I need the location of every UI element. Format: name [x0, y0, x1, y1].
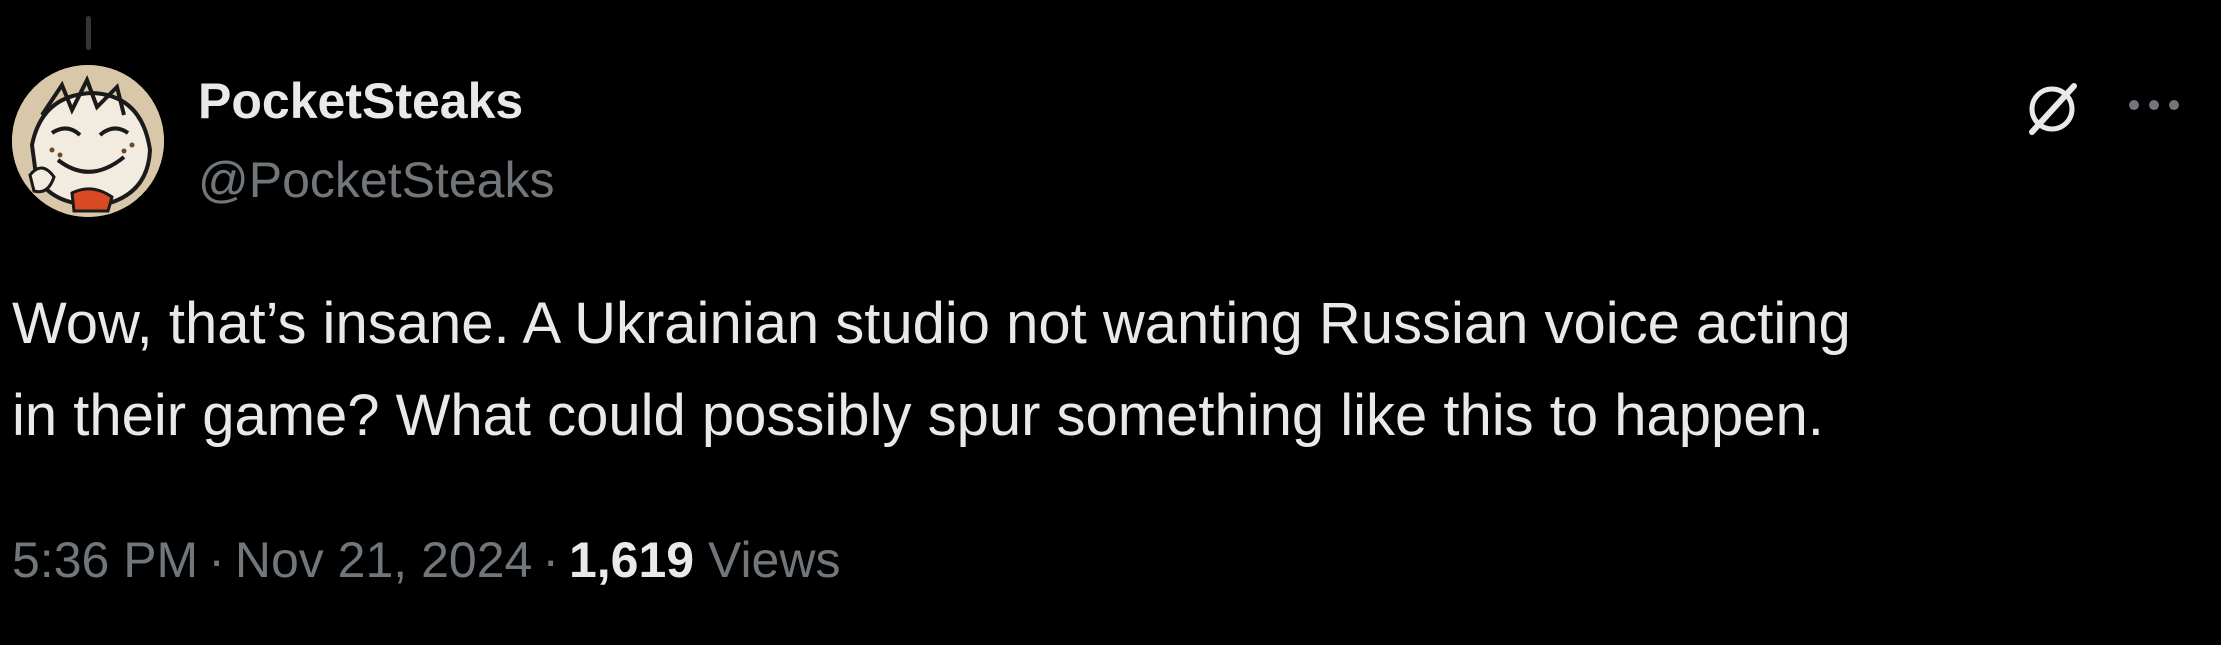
author-handle[interactable]: @PocketSteaks [198, 152, 554, 208]
meta-separator: · [542, 532, 559, 588]
more-horizontal-icon[interactable] [2124, 90, 2184, 120]
tweet-date[interactable]: Nov 21, 2024 [235, 532, 532, 588]
views-label[interactable]: Views [708, 532, 840, 588]
avatar[interactable] [12, 65, 164, 217]
slashed-circle-icon[interactable] [2020, 76, 2084, 140]
tweet-metadata: 5:36 PM · Nov 21, 2024 · 1,619 Views [12, 528, 840, 592]
cartoon-character-avatar-icon [12, 65, 164, 217]
meta-separator: · [208, 532, 225, 588]
tweet: PocketSteaks @PocketSteaks Wow, that’s i… [0, 0, 2221, 645]
views-count[interactable]: 1,619 [569, 532, 694, 588]
tweet-time[interactable]: 5:36 PM [12, 532, 198, 588]
author-display-name[interactable]: PocketSteaks [198, 73, 523, 129]
tweet-text: Wow, that’s insane. A Ukrainian studio n… [12, 291, 1851, 448]
thread-connector-line [86, 16, 91, 50]
